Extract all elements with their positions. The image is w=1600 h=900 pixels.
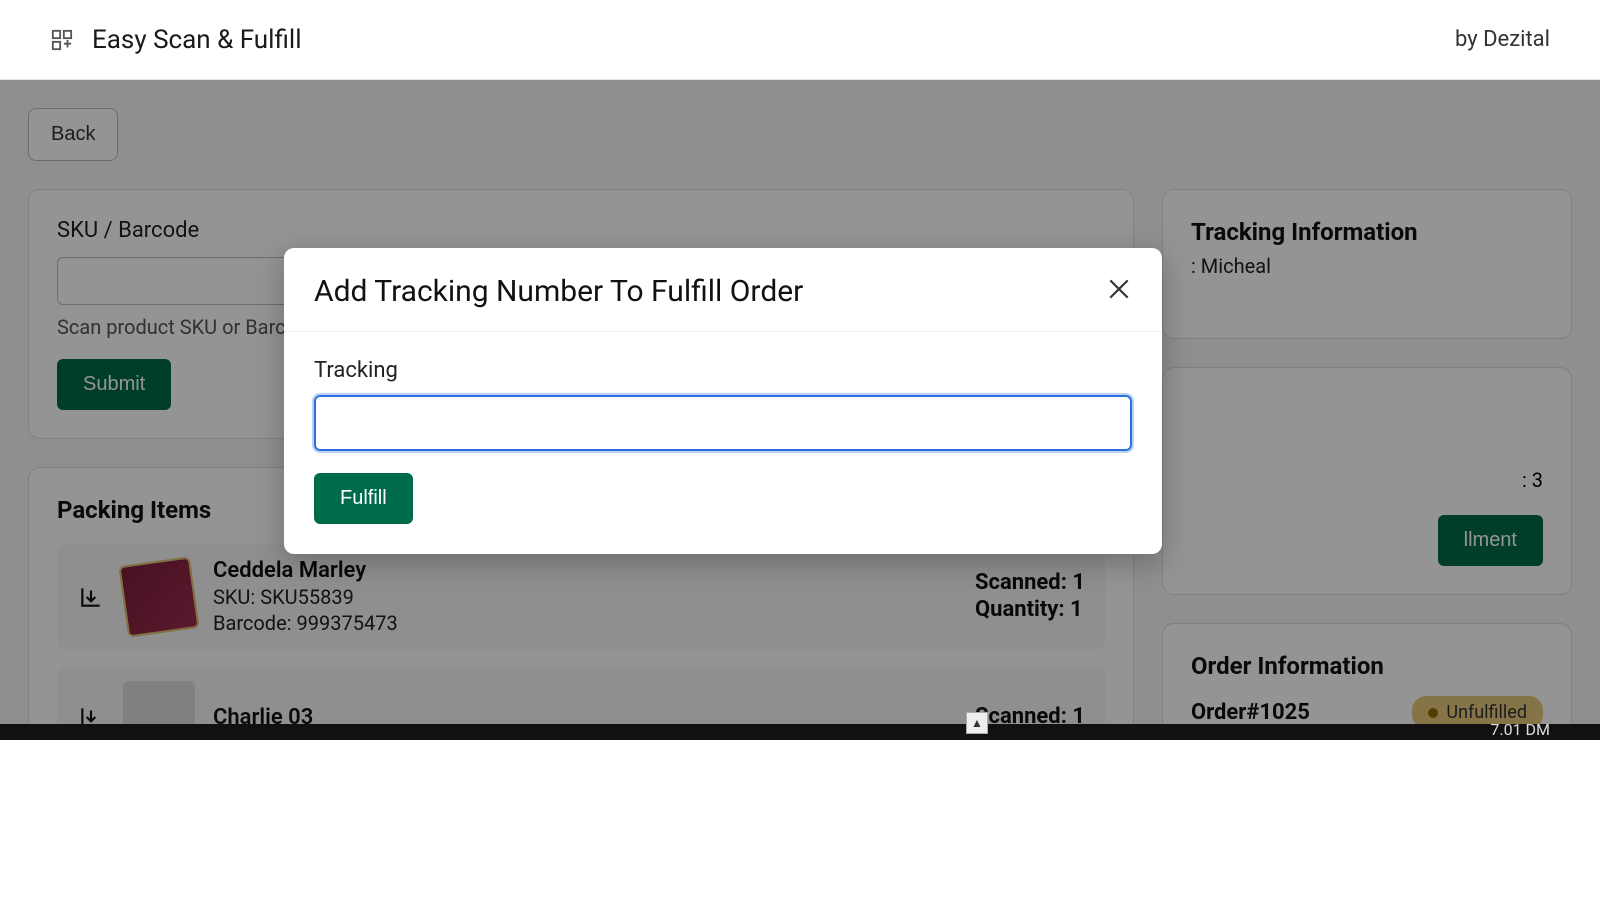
app-title: Easy Scan & Fulfill xyxy=(92,25,302,55)
header-left: Easy Scan & Fulfill xyxy=(50,25,302,55)
scroll-up-icon[interactable]: ▲ xyxy=(966,712,988,734)
app-credit: by Dezital xyxy=(1455,27,1550,52)
tracking-label: Tracking xyxy=(314,358,1132,383)
tracking-modal: Add Tracking Number To Fulfill Order Tra… xyxy=(284,248,1162,554)
taskbar-clock: 7.01 DM xyxy=(1490,720,1550,739)
modal-title: Add Tracking Number To Fulfill Order xyxy=(314,274,803,309)
bottom-whitespace xyxy=(0,740,1600,900)
tracking-input[interactable] xyxy=(314,395,1132,451)
fulfill-button[interactable]: Fulfill xyxy=(314,473,413,524)
app-logo-icon xyxy=(50,28,74,52)
close-icon[interactable] xyxy=(1106,276,1132,308)
app-header: Easy Scan & Fulfill by Dezital xyxy=(0,0,1600,80)
os-taskbar: ▲ 7.01 DM xyxy=(0,724,1600,740)
